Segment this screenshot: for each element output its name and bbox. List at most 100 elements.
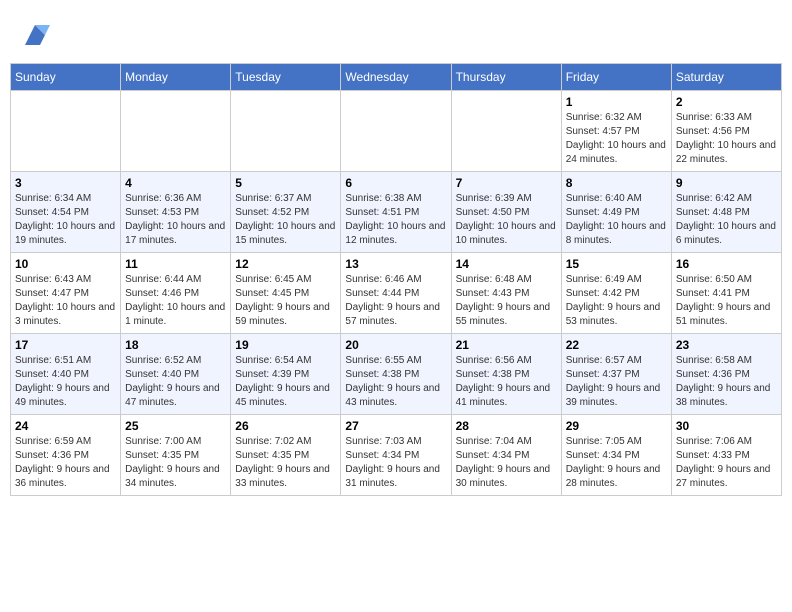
day-info: Sunrise: 6:39 AM Sunset: 4:50 PM Dayligh…	[456, 192, 557, 248]
day-info: Sunrise: 6:33 AM Sunset: 4:56 PM Dayligh…	[676, 111, 777, 167]
day-number: 8	[566, 176, 667, 190]
day-number: 20	[345, 338, 446, 352]
col-header-thursday: Thursday	[451, 64, 561, 91]
day-info: Sunrise: 6:50 AM Sunset: 4:41 PM Dayligh…	[676, 273, 777, 329]
day-info: Sunrise: 6:40 AM Sunset: 4:49 PM Dayligh…	[566, 192, 667, 248]
day-number: 16	[676, 257, 777, 271]
col-header-friday: Friday	[561, 64, 671, 91]
day-number: 13	[345, 257, 446, 271]
day-info: Sunrise: 7:03 AM Sunset: 4:34 PM Dayligh…	[345, 435, 446, 491]
calendar-cell: 20 Sunrise: 6:55 AM Sunset: 4:38 PM Dayli…	[341, 334, 451, 415]
calendar-cell: 21Sunrise: 6:56 AM Sunset: 4:38 PM Dayli…	[451, 334, 561, 415]
day-number: 19	[235, 338, 336, 352]
calendar-cell	[231, 91, 341, 172]
day-info: Sunrise: 6:52 AM Sunset: 4:40 PM Dayligh…	[125, 354, 226, 410]
day-number: 12	[235, 257, 336, 271]
calendar-cell: 30Sunrise: 7:06 AM Sunset: 4:33 PM Dayli…	[671, 415, 781, 496]
day-info: Sunrise: 6:51 AM Sunset: 4:40 PM Dayligh…	[15, 354, 116, 410]
calendar-cell: 3 Sunrise: 6:34 AM Sunset: 4:54 PM Daylig…	[11, 172, 121, 253]
day-number: 22	[566, 338, 667, 352]
calendar-cell: 12 Sunrise: 6:45 AM Sunset: 4:45 PM Dayli…	[231, 253, 341, 334]
calendar-week-row: 17 Sunrise: 6:51 AM Sunset: 4:40 PM Dayli…	[11, 334, 782, 415]
calendar-cell: 1Sunrise: 6:32 AM Sunset: 4:57 PM Daylig…	[561, 91, 671, 172]
calendar-cell: 4 Sunrise: 6:36 AM Sunset: 4:53 PM Daylig…	[121, 172, 231, 253]
logo-icon	[20, 20, 50, 50]
day-info: Sunrise: 7:00 AM Sunset: 4:35 PM Dayligh…	[125, 435, 226, 491]
calendar-cell: 17 Sunrise: 6:51 AM Sunset: 4:40 PM Dayli…	[11, 334, 121, 415]
day-number: 4	[125, 176, 226, 190]
day-number: 24	[15, 419, 116, 433]
day-number: 23	[676, 338, 777, 352]
day-info: Sunrise: 6:32 AM Sunset: 4:57 PM Dayligh…	[566, 111, 667, 167]
day-info: Sunrise: 6:56 AM Sunset: 4:38 PM Dayligh…	[456, 354, 557, 410]
calendar-cell: 13 Sunrise: 6:46 AM Sunset: 4:44 PM Dayli…	[341, 253, 451, 334]
day-number: 25	[125, 419, 226, 433]
day-number: 26	[235, 419, 336, 433]
day-info: Sunrise: 6:54 AM Sunset: 4:39 PM Dayligh…	[235, 354, 336, 410]
day-number: 14	[456, 257, 557, 271]
col-header-tuesday: Tuesday	[231, 64, 341, 91]
day-number: 9	[676, 176, 777, 190]
day-number: 18	[125, 338, 226, 352]
calendar-cell: 7 Sunrise: 6:39 AM Sunset: 4:50 PM Daylig…	[451, 172, 561, 253]
calendar-week-row: 24 Sunrise: 6:59 AM Sunset: 4:36 PM Dayli…	[11, 415, 782, 496]
day-info: Sunrise: 7:05 AM Sunset: 4:34 PM Dayligh…	[566, 435, 667, 491]
day-info: Sunrise: 6:49 AM Sunset: 4:42 PM Dayligh…	[566, 273, 667, 329]
calendar-cell: 11 Sunrise: 6:44 AM Sunset: 4:46 PM Dayli…	[121, 253, 231, 334]
calendar-cell: 24 Sunrise: 6:59 AM Sunset: 4:36 PM Dayli…	[11, 415, 121, 496]
header	[10, 10, 782, 55]
day-number: 15	[566, 257, 667, 271]
day-info: Sunrise: 6:42 AM Sunset: 4:48 PM Dayligh…	[676, 192, 777, 248]
calendar-cell	[451, 91, 561, 172]
calendar-cell: 10 Sunrise: 6:43 AM Sunset: 4:47 PM Dayli…	[11, 253, 121, 334]
day-info: Sunrise: 6:57 AM Sunset: 4:37 PM Dayligh…	[566, 354, 667, 410]
day-info: Sunrise: 6:58 AM Sunset: 4:36 PM Dayligh…	[676, 354, 777, 410]
day-number: 28	[456, 419, 557, 433]
calendar-cell: 8 Sunrise: 6:40 AM Sunset: 4:49 PM Daylig…	[561, 172, 671, 253]
calendar-cell: 15 Sunrise: 6:49 AM Sunset: 4:42 PM Dayli…	[561, 253, 671, 334]
calendar-cell: 18 Sunrise: 6:52 AM Sunset: 4:40 PM Dayli…	[121, 334, 231, 415]
day-info: Sunrise: 6:46 AM Sunset: 4:44 PM Dayligh…	[345, 273, 446, 329]
calendar-cell: 22 Sunrise: 6:57 AM Sunset: 4:37 PM Dayli…	[561, 334, 671, 415]
day-number: 7	[456, 176, 557, 190]
day-number: 10	[15, 257, 116, 271]
calendar-week-row: 3 Sunrise: 6:34 AM Sunset: 4:54 PM Daylig…	[11, 172, 782, 253]
day-info: Sunrise: 6:48 AM Sunset: 4:43 PM Dayligh…	[456, 273, 557, 329]
day-info: Sunrise: 6:38 AM Sunset: 4:51 PM Dayligh…	[345, 192, 446, 248]
day-info: Sunrise: 6:45 AM Sunset: 4:45 PM Dayligh…	[235, 273, 336, 329]
calendar: SundayMondayTuesdayWednesdayThursdayFrid…	[10, 63, 782, 496]
logo	[20, 20, 52, 50]
day-info: Sunrise: 6:55 AM Sunset: 4:38 PM Dayligh…	[345, 354, 446, 410]
day-info: Sunrise: 6:36 AM Sunset: 4:53 PM Dayligh…	[125, 192, 226, 248]
day-number: 3	[15, 176, 116, 190]
day-number: 11	[125, 257, 226, 271]
col-header-sunday: Sunday	[11, 64, 121, 91]
day-number: 29	[566, 419, 667, 433]
day-info: Sunrise: 6:43 AM Sunset: 4:47 PM Dayligh…	[15, 273, 116, 329]
calendar-cell	[11, 91, 121, 172]
calendar-cell: 16 Sunrise: 6:50 AM Sunset: 4:41 PM Dayli…	[671, 253, 781, 334]
calendar-cell: 29 Sunrise: 7:05 AM Sunset: 4:34 PM Dayli…	[561, 415, 671, 496]
day-info: Sunrise: 6:44 AM Sunset: 4:46 PM Dayligh…	[125, 273, 226, 329]
calendar-cell: 6 Sunrise: 6:38 AM Sunset: 4:51 PM Daylig…	[341, 172, 451, 253]
calendar-cell: 5Sunrise: 6:37 AM Sunset: 4:52 PM Daylig…	[231, 172, 341, 253]
calendar-cell	[341, 91, 451, 172]
calendar-week-row: 10 Sunrise: 6:43 AM Sunset: 4:47 PM Dayli…	[11, 253, 782, 334]
day-info: Sunrise: 6:34 AM Sunset: 4:54 PM Dayligh…	[15, 192, 116, 248]
day-info: Sunrise: 6:37 AM Sunset: 4:52 PM Dayligh…	[235, 192, 336, 248]
calendar-cell: 28Sunrise: 7:04 AM Sunset: 4:34 PM Dayli…	[451, 415, 561, 496]
calendar-week-row: 1Sunrise: 6:32 AM Sunset: 4:57 PM Daylig…	[11, 91, 782, 172]
day-number: 17	[15, 338, 116, 352]
day-info: Sunrise: 6:59 AM Sunset: 4:36 PM Dayligh…	[15, 435, 116, 491]
day-info: Sunrise: 7:02 AM Sunset: 4:35 PM Dayligh…	[235, 435, 336, 491]
calendar-cell	[121, 91, 231, 172]
calendar-header-row: SundayMondayTuesdayWednesdayThursdayFrid…	[11, 64, 782, 91]
day-number: 27	[345, 419, 446, 433]
calendar-cell: 27 Sunrise: 7:03 AM Sunset: 4:34 PM Dayli…	[341, 415, 451, 496]
calendar-cell: 9 Sunrise: 6:42 AM Sunset: 4:48 PM Daylig…	[671, 172, 781, 253]
col-header-saturday: Saturday	[671, 64, 781, 91]
calendar-cell: 26 Sunrise: 7:02 AM Sunset: 4:35 PM Dayli…	[231, 415, 341, 496]
day-number: 6	[345, 176, 446, 190]
day-number: 2	[676, 95, 777, 109]
day-number: 30	[676, 419, 777, 433]
